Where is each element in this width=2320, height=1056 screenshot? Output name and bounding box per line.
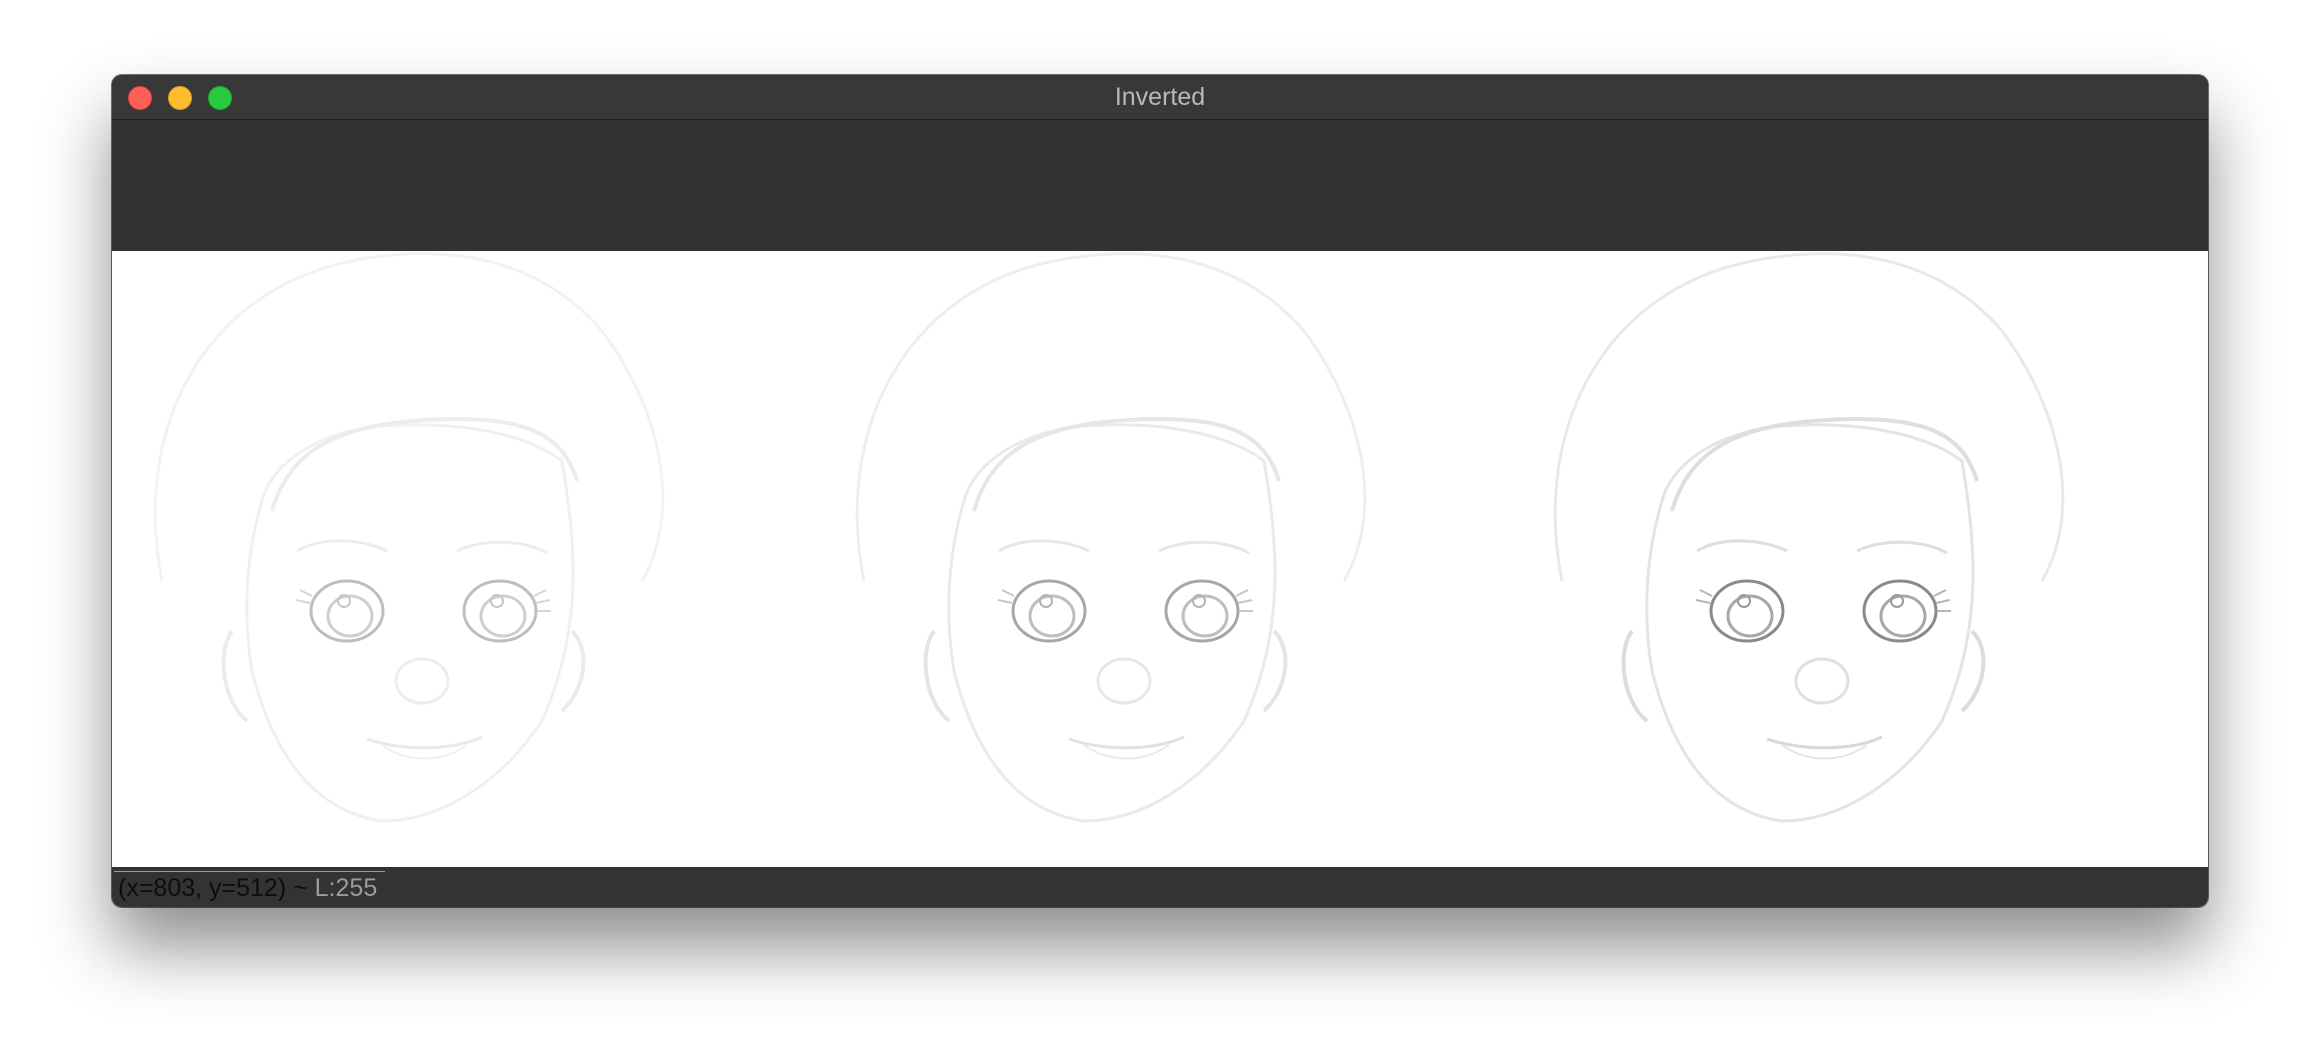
luminance-value: L:255 bbox=[314, 874, 378, 902]
window-title: Inverted bbox=[1114, 83, 1206, 111]
toolbar bbox=[112, 120, 2208, 251]
image-svg bbox=[153, 251, 2065, 823]
pixel-readout: (x=803, y=512) ~ L:255 bbox=[114, 871, 386, 903]
face-panel-3 bbox=[1553, 251, 2065, 823]
cursor-coordinates: (x=803, y=512) ~ bbox=[118, 874, 308, 902]
image-canvas[interactable] bbox=[112, 251, 2208, 907]
image-viewer-window: Inverted (x=803, y=512) ~ L:255 bbox=[112, 75, 2208, 907]
status-bar: (x=803, y=512) ~ L:255 bbox=[112, 867, 2208, 907]
face-panel-2 bbox=[855, 251, 1367, 823]
title-bar[interactable]: Inverted bbox=[112, 75, 2208, 120]
face-panel-1 bbox=[153, 251, 665, 823]
